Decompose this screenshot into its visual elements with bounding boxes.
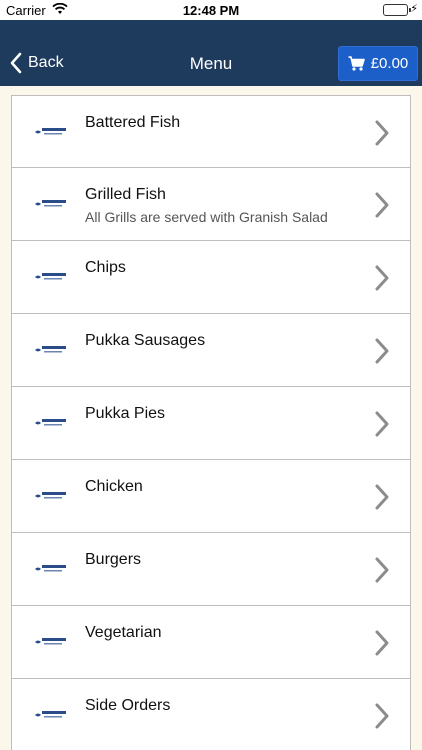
shopping-cart-icon [348,56,365,71]
category-name: Vegetarian [85,624,162,641]
category-name: Side Orders [85,697,171,714]
category-name: Chips [85,259,126,276]
menu-category-row[interactable]: Chips [11,240,411,314]
category-name: Pukka Sausages [85,332,206,349]
menu-category-row[interactable]: Side Orders [11,678,411,750]
cart-total: £0.00 [370,55,409,72]
clock: 12:48 PM [182,3,240,18]
chevron-right-icon [375,411,389,437]
chevron-right-icon [375,703,389,729]
charging-icon: ⚡ [410,3,418,15]
menu-category-row[interactable]: Chicken [11,459,411,533]
restaurant-logo [35,128,66,135]
status-bar: Carrier 12:48 PM ⚡ [0,0,422,20]
menu-category-row[interactable]: Pukka Sausages [11,313,411,387]
menu-category-row[interactable]: Burgers [11,532,411,606]
category-description: All Grills are served with Granish Salad [85,209,328,225]
chevron-right-icon [375,120,389,146]
menu-category-row[interactable]: Vegetarian [11,605,411,679]
restaurant-logo [35,273,66,280]
restaurant-logo [35,346,66,353]
chevron-right-icon [375,192,389,218]
menu-category-row[interactable]: Grilled Fish All Grills are served with … [11,167,411,241]
chevron-right-icon [375,265,389,291]
navigation-bar: Back Menu £0.00 [0,20,422,86]
restaurant-logo [35,492,66,499]
chevron-right-icon [375,630,389,656]
chevron-right-icon [375,484,389,510]
restaurant-logo [35,565,66,572]
restaurant-logo [35,419,66,426]
category-name: Chicken [85,478,143,495]
restaurant-logo [35,638,66,645]
restaurant-logo [35,200,66,207]
category-name: Burgers [85,551,142,568]
menu-list: Battered Fish Grilled Fish All Grills ar… [11,95,411,750]
category-name: Pukka Pies [85,405,166,422]
menu-category-row[interactable]: Battered Fish [11,95,411,168]
chevron-right-icon [375,557,389,583]
battery-icon [383,4,411,16]
chevron-right-icon [375,338,389,364]
restaurant-logo [35,711,66,718]
cart-button[interactable]: £0.00 [338,46,418,81]
menu-category-row[interactable]: Pukka Pies [11,386,411,460]
category-name: Grilled Fish [85,186,166,203]
category-name: Battered Fish [85,114,181,131]
